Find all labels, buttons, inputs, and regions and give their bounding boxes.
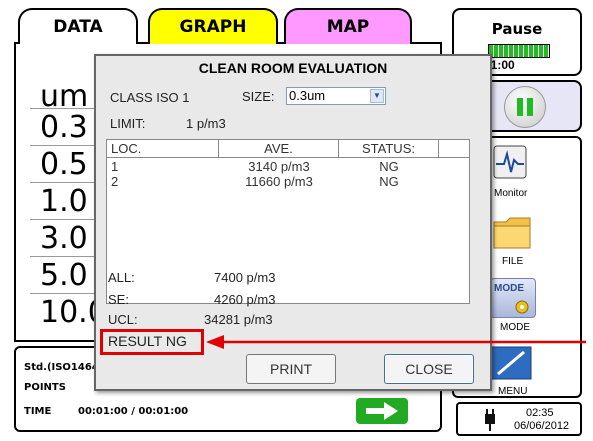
- table-row[interactable]: 1 3140 p/m3 NG: [107, 159, 469, 174]
- gear-icon: [515, 300, 529, 314]
- column-header-ave: AVE.: [219, 140, 339, 158]
- row-ave: 11660 p/m3: [245, 174, 313, 189]
- column-header-loc: LOC.: [107, 140, 219, 158]
- tab-map[interactable]: MAP: [284, 8, 412, 44]
- menu-label: MENU: [498, 386, 528, 397]
- pause-label: Pause: [491, 20, 543, 38]
- row-ave: 3140 p/m3: [248, 159, 310, 174]
- close-button[interactable]: CLOSE: [384, 354, 474, 384]
- result-text: RESULT NG: [108, 333, 187, 349]
- row-loc: 1: [111, 159, 119, 174]
- file-label: FILE: [502, 256, 524, 267]
- row-status: NG: [379, 159, 399, 174]
- size-label: SIZE:: [242, 89, 275, 104]
- pause-icon: [517, 98, 533, 116]
- location-table[interactable]: LOC. AVE. STATUS: 1 3140 p/m3 NG 2 11660…: [106, 139, 470, 304]
- tab-data[interactable]: DATA: [18, 8, 138, 44]
- power-plug-icon: [485, 409, 495, 431]
- limit-label: LIMIT:: [110, 116, 146, 131]
- clock-time: 02:35: [526, 407, 554, 419]
- se-label: SE:: [108, 292, 129, 307]
- points-label: POINTS: [24, 382, 66, 393]
- clock-panel: 02:35 06/06/2012: [456, 402, 582, 436]
- class-label: CLASS ISO 1: [110, 90, 190, 105]
- monitor-label: Monitor: [494, 188, 528, 199]
- mode-label: MODE: [500, 322, 530, 333]
- ucl-value: 34281 p/m3: [204, 312, 273, 327]
- table-row[interactable]: 2 11660 p/m3 NG: [107, 174, 469, 189]
- column-header-status: STATUS:: [339, 140, 439, 158]
- chevron-down-icon: ▼: [370, 89, 384, 103]
- size-select[interactable]: 0.3um ▼: [286, 87, 386, 105]
- folder-icon[interactable]: [492, 214, 534, 252]
- menu-icon[interactable]: [490, 346, 534, 382]
- ucl-label: UCL:: [108, 312, 138, 327]
- time-value: 00:01:00 / 00:01:00: [78, 406, 189, 417]
- row-status: NG: [379, 174, 399, 189]
- progress-bar: [488, 44, 550, 58]
- tab-graph[interactable]: GRAPH: [148, 8, 278, 44]
- annotation-arrow: [206, 335, 586, 349]
- arrow-right-icon: [366, 402, 398, 420]
- mode-icon[interactable]: MODE: [490, 278, 536, 318]
- all-label: ALL:: [108, 270, 135, 285]
- pause-button[interactable]: [504, 86, 546, 128]
- monitor-icon[interactable]: [492, 144, 532, 182]
- all-value: 7400 p/m3: [214, 270, 276, 285]
- time-label: TIME: [24, 406, 52, 417]
- print-button[interactable]: PRINT: [246, 354, 336, 384]
- se-value: 4260 p/m3: [214, 292, 276, 307]
- row-loc: 2: [111, 174, 119, 189]
- next-arrow-button[interactable]: [356, 398, 408, 424]
- dialog-title: CLEAN ROOM EVALUATION: [198, 60, 388, 76]
- size-select-value: 0.3um: [289, 88, 326, 103]
- clock-date: 06/06/2012: [514, 420, 570, 432]
- column-header-empty: [439, 140, 469, 158]
- limit-value: 1 p/m3: [186, 116, 226, 131]
